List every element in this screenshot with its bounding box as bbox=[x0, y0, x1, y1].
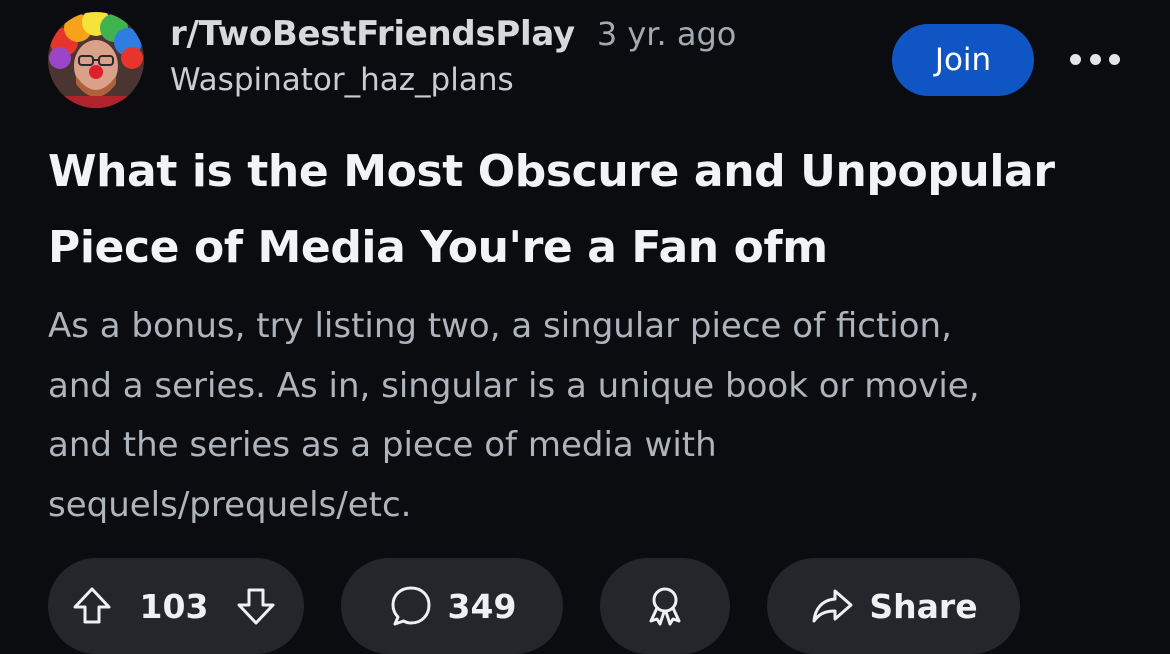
comment-count: 349 bbox=[447, 586, 517, 626]
dot bbox=[1070, 53, 1081, 65]
dot bbox=[1089, 53, 1101, 65]
post-body-line: As a bonus, try listing two, a singular … bbox=[48, 306, 952, 346]
post-card: r/TwoBestFriendsPlay 3 yr. ago Waspinato… bbox=[0, 0, 1170, 654]
join-button[interactable]: Join bbox=[892, 24, 1034, 96]
share-label: Share bbox=[869, 586, 978, 626]
vote-bar: 103 bbox=[48, 558, 304, 654]
post-body-line: and the series as a piece of media with bbox=[48, 425, 717, 465]
post-body: As a bonus, try listing two, a singular … bbox=[48, 297, 1128, 535]
post-meta: r/TwoBestFriendsPlay 3 yr. ago Waspinato… bbox=[170, 14, 736, 98]
comment-bubble-icon bbox=[388, 583, 434, 629]
subreddit-link[interactable]: r/TwoBestFriendsPlay bbox=[170, 14, 575, 54]
post-title[interactable]: What is the Most Obscure and Unpopular P… bbox=[48, 134, 1138, 286]
comments-button[interactable]: 349 bbox=[341, 558, 563, 654]
post-body-line: and a series. As in, singular is a uniqu… bbox=[48, 365, 980, 406]
post-meta-top: r/TwoBestFriendsPlay 3 yr. ago bbox=[170, 14, 736, 54]
post-body-line: sequels/prequels/etc. bbox=[48, 484, 412, 525]
share-button[interactable]: Share bbox=[767, 558, 1020, 654]
author-username[interactable]: Waspinator_haz_plans bbox=[170, 62, 736, 98]
avatar[interactable] bbox=[48, 12, 144, 108]
dot bbox=[1109, 53, 1120, 65]
more-options-icon[interactable] bbox=[1070, 44, 1120, 74]
downvote-icon[interactable] bbox=[234, 584, 278, 628]
award-button[interactable] bbox=[600, 558, 730, 654]
upvote-icon[interactable] bbox=[70, 584, 114, 628]
avatar-image bbox=[48, 12, 144, 108]
post-age: 3 yr. ago bbox=[596, 15, 737, 53]
vote-count: 103 bbox=[139, 586, 209, 626]
share-arrow-icon bbox=[809, 583, 855, 629]
award-icon bbox=[642, 583, 688, 629]
